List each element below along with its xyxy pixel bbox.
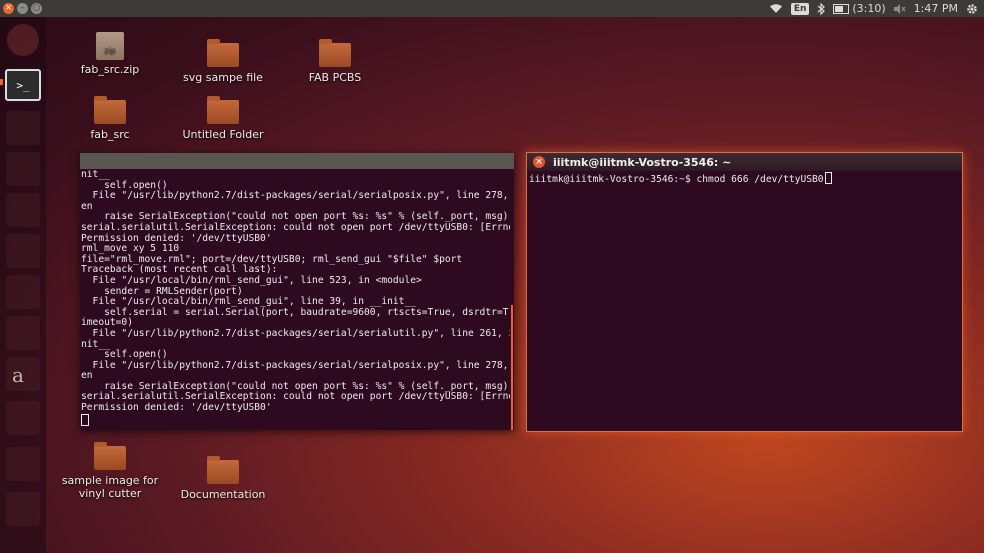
- close-icon[interactable]: ×: [533, 156, 545, 168]
- terminal-titlebar[interactable]: [80, 153, 514, 169]
- settings-icon[interactable]: [6, 401, 40, 435]
- keyboard-language-indicator[interactable]: En: [790, 2, 810, 15]
- desktop-icon-label: svg sampe file: [183, 71, 263, 84]
- terminal-line: File "/usr/lib/python2.7/dist-packages/s…: [81, 190, 510, 202]
- launcher: >_ a: [0, 17, 46, 553]
- browser-icon[interactable]: [6, 193, 40, 227]
- terminal-window-active[interactable]: × iiitmk@iiitmk-Vostro-3546: ~ iiitmk@ii…: [526, 152, 963, 432]
- desktop-icon-documentation[interactable]: Documentation: [173, 456, 273, 501]
- terminal-line: self.serial = serial.Serial(port, baudra…: [81, 306, 510, 318]
- desktop-icon-label: Untitled Folder: [182, 128, 264, 141]
- terminal-cursor-line: [81, 413, 510, 428]
- terminal-scrollbar[interactable]: [511, 305, 513, 430]
- prompt-line: iiitmk@iiitmk-Vostro-3546:~$ chmod 666 /…: [529, 174, 824, 185]
- terminal-output[interactable]: nit__ self.open() File "/usr/lib/python2…: [81, 170, 510, 430]
- gear-icon[interactable]: [966, 3, 978, 15]
- bluetooth-icon[interactable]: [817, 2, 826, 15]
- battery-time: (3:10): [852, 2, 886, 15]
- desktop-icon-label: fab_src.zip: [80, 63, 140, 76]
- impress-icon[interactable]: [6, 316, 40, 350]
- desktop-icon-label: FAB PCBS: [308, 71, 362, 84]
- desktop-icon-sample-image-vinyl-cutter[interactable]: sample image for vinyl cutter: [60, 442, 160, 500]
- folder-icon: [319, 39, 351, 67]
- terminal-line: File "/usr/lib/python2.7/dist-packages/s…: [81, 327, 510, 339]
- close-window-button[interactable]: ×: [3, 3, 14, 14]
- folder-icon: [207, 96, 239, 124]
- text-editor-icon[interactable]: [6, 152, 40, 186]
- writer-icon[interactable]: [6, 234, 40, 268]
- terminal-title: iiitmk@iiitmk-Vostro-3546: ~: [553, 155, 732, 169]
- terminal-line: Permission denied: '/dev/ttyUSB0': [81, 402, 272, 414]
- terminal-line: File "/usr/local/bin/rml_send_gui", line…: [81, 274, 422, 286]
- desktop-icon-fab-src-zip[interactable]: zip fab_src.zip: [60, 32, 160, 76]
- terminal-line: serial.serialutil.SerialException: could…: [81, 221, 510, 233]
- desktop-icon-untitled-folder[interactable]: Untitled Folder: [173, 96, 273, 141]
- battery-indicator[interactable]: (3:10): [833, 2, 886, 15]
- active-app-indicator: [0, 79, 3, 85]
- folder-icon: [207, 39, 239, 67]
- battery-icon: [833, 3, 850, 14]
- terminal-line: nit__: [81, 170, 110, 180]
- window-controls: × – ○: [0, 3, 42, 14]
- amazon-icon[interactable]: a: [12, 363, 24, 387]
- terminal-window-inactive[interactable]: nit__ self.open() File "/usr/lib/python2…: [80, 153, 514, 430]
- folder-icon: [207, 456, 239, 484]
- clock[interactable]: 1:47 PM: [914, 2, 958, 15]
- text-cursor: [81, 413, 89, 426]
- zip-file-icon: zip: [96, 32, 124, 60]
- terminal-input[interactable]: iiitmk@iiitmk-Vostro-3546:~$ chmod 666 /…: [527, 171, 962, 186]
- folder-icon: [94, 96, 126, 124]
- terminal-icon[interactable]: >_: [5, 69, 41, 101]
- workspace-switcher-icon[interactable]: [6, 447, 40, 481]
- desktop-icon-fab-pcbs[interactable]: FAB PCBS: [285, 39, 385, 84]
- terminal-line: File "/usr/lib/python2.7/dist-packages/s…: [81, 359, 510, 371]
- desktop-icon-label: Documentation: [180, 488, 266, 501]
- trash-icon[interactable]: [6, 492, 40, 526]
- minimize-window-button[interactable]: –: [17, 3, 28, 14]
- sound-muted-icon[interactable]: [893, 3, 906, 14]
- maximize-window-button[interactable]: ○: [31, 3, 42, 14]
- terminal-titlebar[interactable]: × iiitmk@iiitmk-Vostro-3546: ~: [527, 153, 962, 171]
- calc-icon[interactable]: [6, 275, 40, 309]
- desktop-icon-label: fab_src: [90, 128, 130, 141]
- wifi-icon[interactable]: [769, 3, 783, 14]
- files-icon[interactable]: [6, 111, 40, 145]
- desktop-icon-fab-src[interactable]: fab_src: [60, 96, 160, 141]
- desktop-icon-svg-sampe-file[interactable]: svg sampe file: [173, 39, 273, 84]
- text-cursor: [824, 172, 832, 184]
- folder-icon: [94, 442, 126, 470]
- desktop-icon-label: sample image for vinyl cutter: [61, 474, 159, 500]
- dash-ubuntu-icon[interactable]: [7, 24, 39, 56]
- indicator-area: En (3:10) 1:47 PM: [769, 2, 984, 15]
- top-panel: × – ○ En (3:10) 1:47 PM: [0, 0, 984, 17]
